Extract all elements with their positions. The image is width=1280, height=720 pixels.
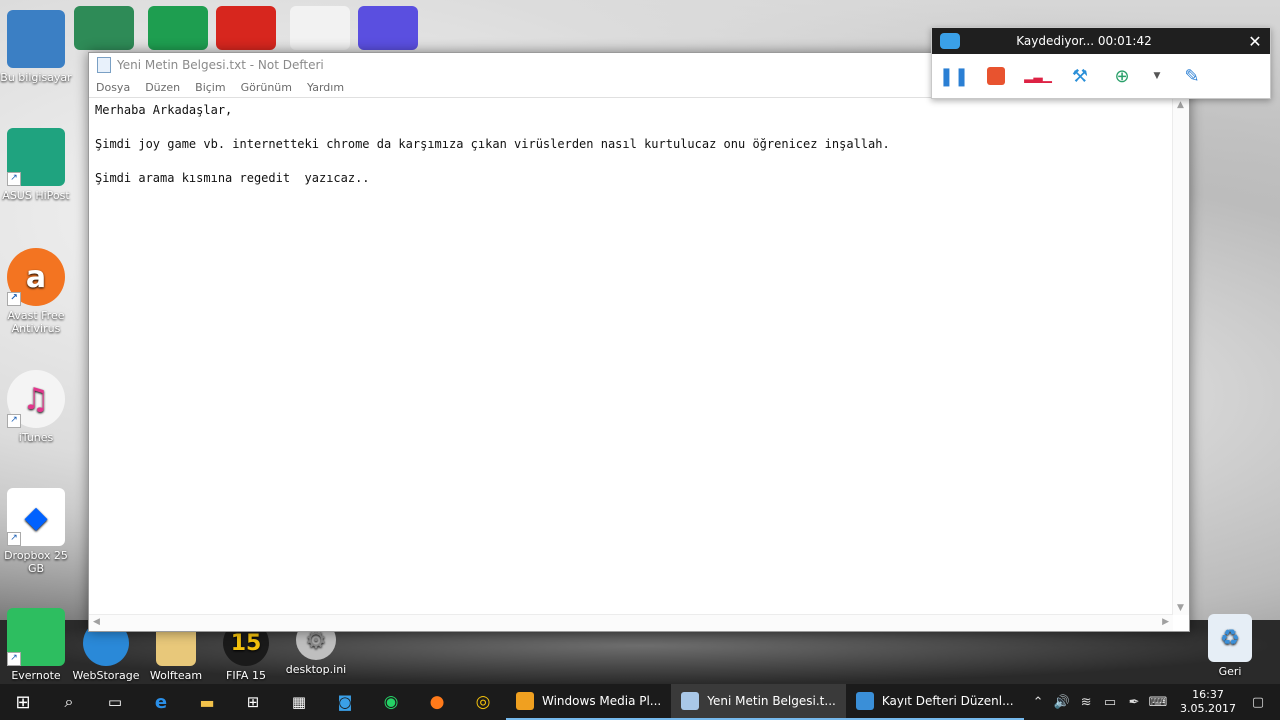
desktop-icon-evernote[interactable]: ↗ Evernote <box>0 608 72 682</box>
scroll-down-icon[interactable]: ▼ <box>1177 603 1184 613</box>
recorder-toolbar: ❚❚ ▂▃▁ ⚒ ⊕ ▼ ✎ <box>932 54 1270 98</box>
desktop-icon-dropbox[interactable]: ◆ ↗ Dropbox 25 GB <box>0 488 72 575</box>
recorder-titlebar: Kaydediyor... 00:01:42 ✕ <box>932 28 1270 54</box>
vertical-scrollbar[interactable]: ▲ ▼ <box>1172 98 1189 615</box>
search-icon[interactable]: ⌕ <box>46 684 92 720</box>
screen-recorder-widget[interactable]: Kaydediyor... 00:01:42 ✕ ❚❚ ▂▃▁ ⚒ ⊕ ▼ ✎ <box>931 27 1271 99</box>
window-title: Yeni Metin Belgesi.txt - Not Defteri <box>117 58 324 72</box>
menu-yardim[interactable]: Yardım <box>307 81 344 94</box>
taskbar-app-notepad[interactable]: Yeni Metin Belgesi.t... <box>671 684 846 720</box>
desktop-icon-sheets[interactable] <box>148 6 208 50</box>
battery-icon[interactable]: ▭ <box>1098 695 1122 710</box>
file-explorer-icon[interactable]: ▬ <box>184 684 230 720</box>
notepad-icon <box>681 692 700 710</box>
pen-tool-icon[interactable]: ⚒ <box>1068 64 1092 88</box>
desktop-icon-label: Dropbox 25 GB <box>4 549 68 575</box>
clock-time: 16:37 <box>1192 688 1224 701</box>
desktop-icon-label: WebStorage <box>72 669 140 682</box>
pencil-icon[interactable]: ✎ <box>1180 64 1204 88</box>
firefox-icon[interactable]: ● <box>414 684 460 720</box>
desktop-icon-label: iTunes <box>18 431 54 444</box>
menu-gorunum[interactable]: Görünüm <box>241 81 292 94</box>
evernote-icon: ↗ <box>7 608 65 666</box>
desktop-icon-top-5[interactable] <box>358 6 418 50</box>
keyboard-icon[interactable]: ⌨ <box>1146 695 1170 710</box>
notepad-window[interactable]: Yeni Metin Belgesi.txt - Not Defteri Dos… <box>88 52 1190 632</box>
desktop-icon-label: Geri <box>1218 665 1242 678</box>
desktop-icon-label: FIFA 15 <box>226 669 266 682</box>
wifi-icon[interactable]: ≋ <box>1074 695 1098 710</box>
regedit-icon <box>855 692 874 710</box>
edge-icon[interactable]: e <box>138 684 184 720</box>
hipost-icon: ↗ <box>7 128 65 186</box>
recycle-bin-icon: ♻ <box>1208 614 1252 662</box>
shortcut-arrow-icon: ↗ <box>7 652 21 666</box>
shortcut-arrow-icon: ↗ <box>7 172 21 186</box>
system-tray: ⌃ 🔊 ≋ ▭ ✒ ⌨ 16:37 3.05.2017 ▢ <box>1026 684 1280 720</box>
menu-dosya[interactable]: Dosya <box>96 81 130 94</box>
horizontal-scrollbar[interactable]: ◀ ▶ <box>89 614 1173 631</box>
clock-date: 3.05.2017 <box>1180 702 1236 715</box>
clock[interactable]: 16:37 3.05.2017 <box>1170 688 1246 716</box>
chevron-up-icon[interactable]: ⌃ <box>1026 695 1050 710</box>
audio-level-icon[interactable]: ▂▃▁ <box>1024 64 1052 88</box>
taskbar-app-media-player[interactable]: Windows Media Pl... <box>506 684 672 720</box>
desktop-icon-label: desktop.ini <box>285 663 347 676</box>
desktop-icon-label: Avast Free Antivirus <box>7 309 65 335</box>
taskbar-app-label: Yeni Metin Belgesi.t... <box>707 694 836 708</box>
recorder-app-icon[interactable]: ◙ <box>322 684 368 720</box>
menu-duzen[interactable]: Düzen <box>145 81 180 94</box>
stop-button[interactable] <box>984 64 1008 88</box>
text-editor-area[interactable]: Merhaba Arkadaşlar, Şimdi joy game vb. i… <box>89 98 1173 615</box>
media-player-icon <box>516 692 534 710</box>
whatsapp-icon[interactable]: ◉ <box>368 684 414 720</box>
computer-icon <box>7 10 65 68</box>
scroll-left-icon[interactable]: ◀ <box>93 617 100 627</box>
shortcut-arrow-icon: ↗ <box>7 532 21 546</box>
avast-icon: a ↗ <box>7 248 65 306</box>
desktop-icon-top-1[interactable] <box>74 6 134 50</box>
itunes-icon: ♫ ↗ <box>7 370 65 428</box>
desktop-icon-label: Evernote <box>11 669 61 682</box>
task-view-icon[interactable]: ▭ <box>92 684 138 720</box>
desktop-icon-creative-cloud[interactable] <box>216 6 276 50</box>
store-icon[interactable]: ⊞ <box>230 684 276 720</box>
pen-icon[interactable]: ✒ <box>1122 695 1146 710</box>
notifications-icon[interactable]: ▢ <box>1246 695 1270 710</box>
start-button[interactable]: ⊞ <box>0 684 46 720</box>
webcam-add-icon[interactable]: ⊕ <box>1110 64 1134 88</box>
pause-button[interactable]: ❚❚ <box>939 64 969 88</box>
shortcut-arrow-icon: ↗ <box>7 414 21 428</box>
calculator-icon[interactable]: ▦ <box>276 684 322 720</box>
desktop-icon-top-4[interactable] <box>290 6 350 50</box>
notepad-icon <box>97 57 111 73</box>
desktop-icon-label: ASUS HiPost <box>2 189 70 202</box>
close-button[interactable]: ✕ <box>1240 32 1270 51</box>
taskbar-app-label: Windows Media Pl... <box>542 694 662 708</box>
volume-icon[interactable]: 🔊 <box>1050 695 1074 710</box>
desktop-icon-avast[interactable]: a ↗ Avast Free Antivirus <box>0 248 72 335</box>
shortcut-arrow-icon: ↗ <box>7 292 21 306</box>
taskbar-app-label: Kayıt Defteri Düzenl... <box>881 694 1014 708</box>
desktop-icon-itunes[interactable]: ♫ ↗ iTunes <box>0 370 72 444</box>
scroll-up-icon[interactable]: ▲ <box>1177 100 1184 110</box>
scroll-right-icon[interactable]: ▶ <box>1162 617 1169 627</box>
chevron-down-icon[interactable]: ▼ <box>1152 64 1162 88</box>
chrome-icon[interactable]: ◎ <box>460 684 506 720</box>
taskbar-app-regedit[interactable]: Kayıt Defteri Düzenl... <box>845 684 1024 720</box>
taskbar: ⊞ ⌕ ▭ e ▬ ⊞ ▦ ◙ ◉ ● ◎ Windows Media Pl..… <box>0 684 1280 720</box>
dropbox-icon: ◆ ↗ <box>7 488 65 546</box>
desktop-icon-label: Bu bilgisayar <box>0 71 72 84</box>
recording-status: Kaydediyor... 00:01:42 <box>1016 34 1152 48</box>
desktop-icon-label: Wolfteam <box>149 669 203 682</box>
desktop-icon-asus-hipost[interactable]: ↗ ASUS HiPost <box>0 128 72 202</box>
desktop-icon-recycle-bin[interactable]: ♻ Geri <box>1194 614 1266 678</box>
menu-bicim[interactable]: Biçim <box>195 81 225 94</box>
camera-icon <box>940 33 960 49</box>
desktop-icon-bu-bilgisayar[interactable]: Bu bilgisayar <box>0 10 72 84</box>
